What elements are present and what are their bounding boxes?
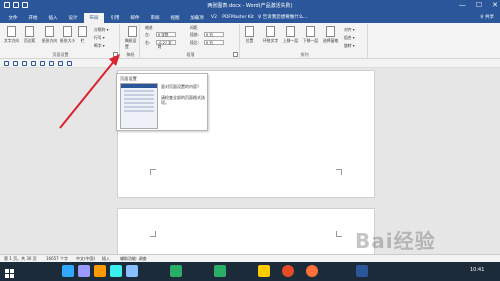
app-icon[interactable]	[126, 265, 138, 277]
word-window: 两张图表.docx - Word(产品激活失败) — ☐ ✕ 文件 开始 插入 …	[0, 0, 500, 281]
clock[interactable]: 10:41	[470, 267, 484, 273]
lightroom-icon[interactable]	[110, 265, 122, 277]
photoshop-icon[interactable]	[62, 265, 74, 277]
wechat-icon[interactable]	[170, 265, 182, 277]
status-bar: 第 1 页，共 30 页 16657 个字 中文(中国) 插入 辅助功能: 调查	[0, 254, 500, 262]
premiere-icon[interactable]	[78, 265, 90, 277]
taskbar: 10:41	[0, 262, 500, 281]
start-icon[interactable]	[4, 265, 16, 278]
app-icon[interactable]	[214, 265, 226, 277]
qq-icon[interactable]	[258, 265, 270, 277]
chrome-icon[interactable]	[282, 265, 294, 277]
baidu-watermark: Bai经验	[355, 229, 436, 253]
illustrator-icon[interactable]	[94, 265, 106, 277]
word-icon[interactable]	[356, 265, 368, 277]
firefox-icon[interactable]	[306, 265, 318, 277]
